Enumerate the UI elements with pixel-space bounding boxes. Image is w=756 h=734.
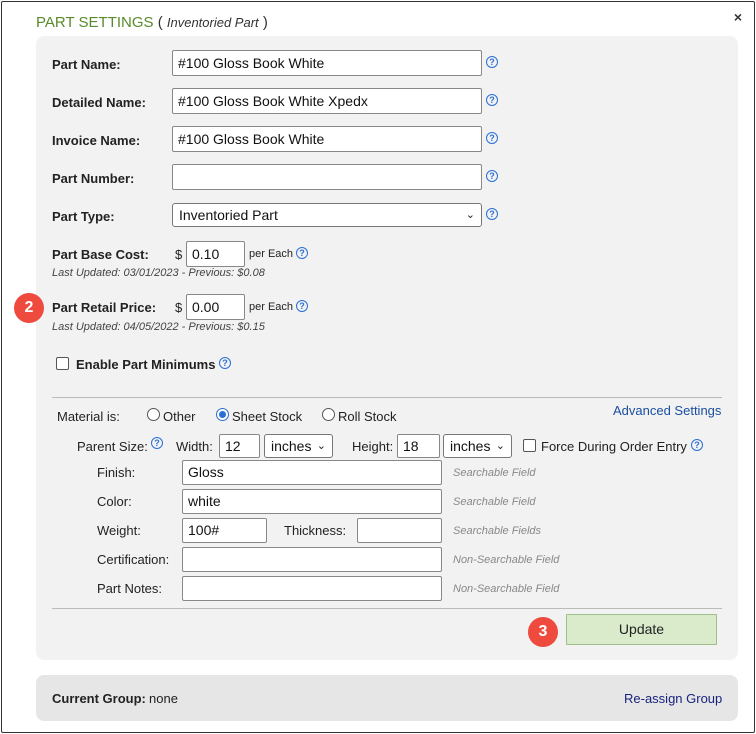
width-label: Width:: [176, 439, 213, 454]
dialog-title-close: ): [258, 14, 268, 31]
part-notes-hint: Non-Searchable Field: [453, 583, 560, 595]
material-radio-roll-stock[interactable]: [322, 408, 335, 421]
base-cost-currency: $: [175, 247, 183, 262]
weight-input[interactable]: 100#: [182, 518, 267, 543]
finish-input[interactable]: Gloss: [182, 460, 442, 485]
dialog-title-open: (: [153, 14, 167, 31]
divider: [52, 608, 722, 609]
thickness-input[interactable]: [357, 518, 442, 543]
material-radio-sheet-stock[interactable]: [216, 408, 229, 421]
update-button[interactable]: Update: [566, 614, 717, 645]
help-icon[interactable]: ?: [486, 208, 498, 220]
part-type-select[interactable]: Inventoried Part ⌄: [172, 203, 482, 227]
base-cost-input[interactable]: 0.10: [186, 241, 245, 267]
height-unit-select[interactable]: inches ⌄: [443, 434, 512, 458]
color-hint: Searchable Field: [453, 496, 536, 508]
help-icon[interactable]: ?: [151, 437, 163, 449]
current-group-label: Current Group:: [52, 691, 146, 706]
material-label: Material is:: [57, 409, 120, 424]
parent-size-label: Parent Size:: [77, 439, 148, 454]
material-option-roll-stock: Roll Stock: [338, 409, 397, 424]
dialog-title: PART SETTINGS ( Inventoried Part ): [36, 14, 268, 31]
help-icon[interactable]: ?: [486, 94, 498, 106]
thickness-label: Thickness:: [284, 523, 347, 538]
part-type-label: Part Type:: [52, 209, 115, 224]
help-icon[interactable]: ?: [486, 132, 498, 144]
part-number-label: Part Number:: [52, 171, 135, 186]
retail-price-updated: Last Updated: 04/05/2022 - Previous: $0.…: [52, 321, 265, 333]
help-icon[interactable]: ?: [486, 170, 498, 182]
part-name-input[interactable]: #100 Gloss Book White: [172, 50, 482, 76]
invoice-name-input[interactable]: #100 Gloss Book White: [172, 126, 482, 152]
base-cost-updated: Last Updated: 03/01/2023 - Previous: $0.…: [52, 267, 265, 279]
dialog-title-main: PART SETTINGS: [36, 14, 154, 31]
part-number-input[interactable]: [172, 164, 482, 190]
close-icon[interactable]: ×: [734, 9, 742, 25]
width-unit-select[interactable]: inches ⌄: [264, 434, 333, 458]
material-option-other: Other: [163, 409, 196, 424]
width-input[interactable]: 12: [219, 434, 260, 458]
enable-minimums-checkbox[interactable]: [56, 357, 69, 370]
height-input[interactable]: 18: [397, 434, 440, 458]
help-icon[interactable]: ?: [486, 56, 498, 68]
height-unit-value: inches: [450, 438, 491, 454]
retail-price-label: Part Retail Price:: [52, 300, 157, 315]
color-label: Color:: [97, 494, 132, 509]
certification-hint: Non-Searchable Field: [453, 554, 560, 566]
help-icon[interactable]: ?: [691, 439, 703, 451]
advanced-settings-link[interactable]: Advanced Settings: [613, 403, 721, 418]
force-order-entry-checkbox[interactable]: [523, 439, 536, 452]
reassign-group-link[interactable]: Re-assign Group: [624, 691, 722, 706]
width-unit-value: inches: [271, 438, 312, 454]
invoice-name-label: Invoice Name:: [52, 133, 141, 148]
base-cost-unit: per Each: [249, 248, 294, 260]
part-notes-label: Part Notes:: [97, 581, 163, 596]
divider: [52, 397, 722, 398]
chevron-down-icon: ⌄: [316, 440, 326, 452]
retail-price-input[interactable]: 0.00: [186, 294, 245, 320]
step-badge-3: 3: [528, 617, 558, 647]
part-type-value: Inventoried Part: [179, 207, 278, 223]
step-badge-2: 2: [14, 293, 44, 323]
weight-label: Weight:: [97, 523, 141, 538]
part-notes-input[interactable]: [182, 576, 442, 601]
detailed-name-label: Detailed Name:: [52, 95, 146, 110]
color-input[interactable]: white: [182, 489, 442, 514]
material-option-sheet-stock: Sheet Stock: [232, 409, 303, 424]
help-icon[interactable]: ?: [296, 247, 308, 259]
dialog-subtitle: Inventoried Part: [166, 15, 259, 30]
detailed-name-input[interactable]: #100 Gloss Book White Xpedx: [172, 88, 482, 114]
retail-price-unit: per Each: [249, 301, 294, 313]
chevron-down-icon: ⌄: [495, 440, 505, 452]
enable-minimums-label: Enable Part Minimums: [76, 357, 216, 372]
force-order-entry-label: Force During Order Entry: [541, 439, 687, 454]
certification-input[interactable]: [182, 547, 442, 572]
part-name-label: Part Name:: [52, 57, 121, 72]
help-icon[interactable]: ?: [219, 357, 231, 369]
finish-hint: Searchable Field: [453, 467, 536, 479]
height-label: Height:: [352, 439, 394, 454]
material-radio-other[interactable]: [147, 408, 160, 421]
help-icon[interactable]: ?: [296, 300, 308, 312]
current-group-value: none: [149, 691, 178, 706]
weight-hint: Searchable Fields: [453, 525, 542, 537]
certification-label: Certification:: [97, 552, 170, 567]
chevron-down-icon: ⌄: [465, 209, 475, 221]
finish-label: Finish:: [97, 465, 136, 480]
retail-price-currency: $: [175, 300, 183, 315]
base-cost-label: Part Base Cost:: [52, 247, 149, 262]
